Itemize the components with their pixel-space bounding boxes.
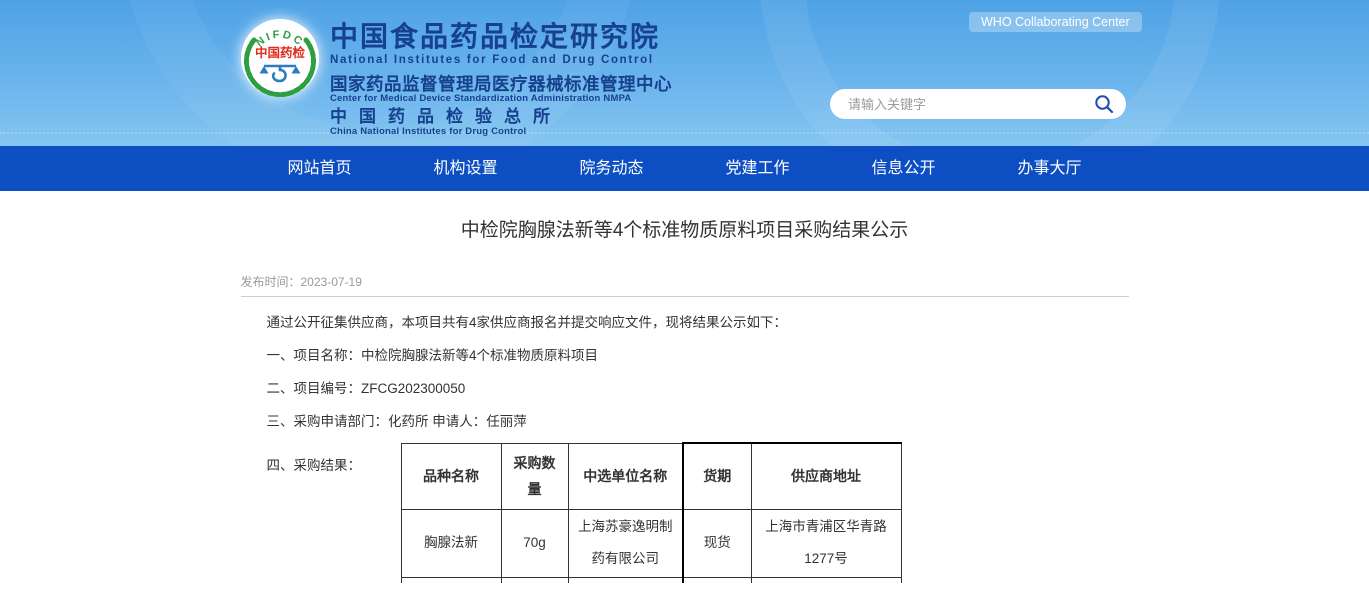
- search-button[interactable]: [1088, 89, 1120, 119]
- table-header-winner: 中选单位名称: [568, 443, 683, 509]
- table-header-quantity: 采购数 量: [501, 443, 568, 509]
- publish-date: 发布时间：2023-07-19: [241, 273, 1129, 290]
- brand-block: 中国食品药品检定研究院 National Institutes for Food…: [330, 20, 672, 137]
- table-header-variety: 品种名称: [401, 443, 501, 509]
- org-tertiary-name-cn: 中国药品检验总所: [330, 106, 672, 127]
- nav-item-party-work[interactable]: 党建工作: [685, 146, 831, 191]
- table-cell-address: 上海市青浦区华青路 1277号: [751, 509, 901, 577]
- header-dashed-line: [0, 132, 1369, 134]
- nifdc-logo-graphic: NIFDC 中国药检: [238, 14, 322, 102]
- nav-item-news[interactable]: 院务动态: [539, 146, 685, 191]
- table-cell-winner: 上海苏豪逸明制 药有限公司: [568, 509, 683, 577]
- search-box: [830, 89, 1126, 119]
- table-row: 胸腺法新 70g 上海苏豪逸明制 药有限公司 现货 上海市青浦区华青路 1277…: [401, 509, 901, 577]
- search-icon: [1094, 94, 1114, 114]
- nav-item-organization[interactable]: 机构设置: [393, 146, 539, 191]
- table-row-clipped: [401, 577, 901, 583]
- logo-inner-text: 中国药检: [255, 45, 306, 60]
- table-header-delivery: 货期: [683, 443, 751, 509]
- org-primary-name-cn: 中国食品药品检定研究院: [330, 20, 672, 53]
- org-primary-name-en: National Institutes for Food and Drug Co…: [330, 54, 672, 66]
- nifdc-logo[interactable]: NIFDC 中国药检: [238, 14, 322, 102]
- nav-item-home[interactable]: 网站首页: [247, 146, 393, 191]
- table-header-row: 品种名称 采购数 量 中选单位名称 货期 供应商地址: [401, 443, 901, 509]
- article-paragraph: 通过公开征集供应商，本项目共有4家供应商报名并提交响应文件，现将结果公示如下：: [267, 315, 1129, 330]
- nav-item-information[interactable]: 信息公开: [831, 146, 977, 191]
- article-paragraph-project-name: 一、项目名称：中检院胸腺法新等4个标准物质原料项目: [267, 348, 1129, 363]
- table-cell-quantity: 70g: [501, 509, 568, 577]
- result-label: 四、采购结果：: [267, 442, 401, 474]
- who-collaborating-center-badge[interactable]: WHO Collaborating Center: [969, 12, 1142, 32]
- procurement-result-table: 品种名称 采购数 量 中选单位名称 货期 供应商地址 胸腺法新 70g 上海苏豪…: [401, 442, 902, 583]
- article-paragraph-department: 三、采购申请部门：化药所 申请人：任丽萍: [267, 414, 1129, 429]
- org-secondary-name-en: Center for Medical Device Standardizatio…: [330, 94, 672, 104]
- title-divider: [241, 296, 1129, 297]
- site-header: NIFDC 中国药检 中国食品药品检定研究院 National Institut…: [0, 0, 1369, 146]
- table-cell-delivery: 现货: [683, 509, 751, 577]
- article-paragraph-project-number: 二、项目编号：ZFCG202300050: [267, 381, 1129, 396]
- article-content: 中检院胸腺法新等4个标准物质原料项目采购结果公示 发布时间：2023-07-19…: [241, 215, 1129, 583]
- org-tertiary-name-en: China National Institutes for Drug Contr…: [330, 127, 672, 137]
- search-input[interactable]: [830, 97, 1088, 112]
- procurement-result-section: 四、采购结果： 品种名称 采购数 量 中选单位名称 货期 供应商地址 胸腺法新 …: [241, 442, 1129, 583]
- org-secondary-name-cn: 国家药品监督管理局医疗器械标准管理中心: [330, 74, 672, 94]
- main-navigation: 网站首页 机构设置 院务动态 党建工作 信息公开 办事大厅: [0, 146, 1369, 191]
- table-cell-variety: 胸腺法新: [401, 509, 501, 577]
- nav-item-service-hall[interactable]: 办事大厅: [977, 146, 1123, 191]
- table-header-address: 供应商地址: [751, 443, 901, 509]
- page-title: 中检院胸腺法新等4个标准物质原料项目采购结果公示: [241, 215, 1129, 242]
